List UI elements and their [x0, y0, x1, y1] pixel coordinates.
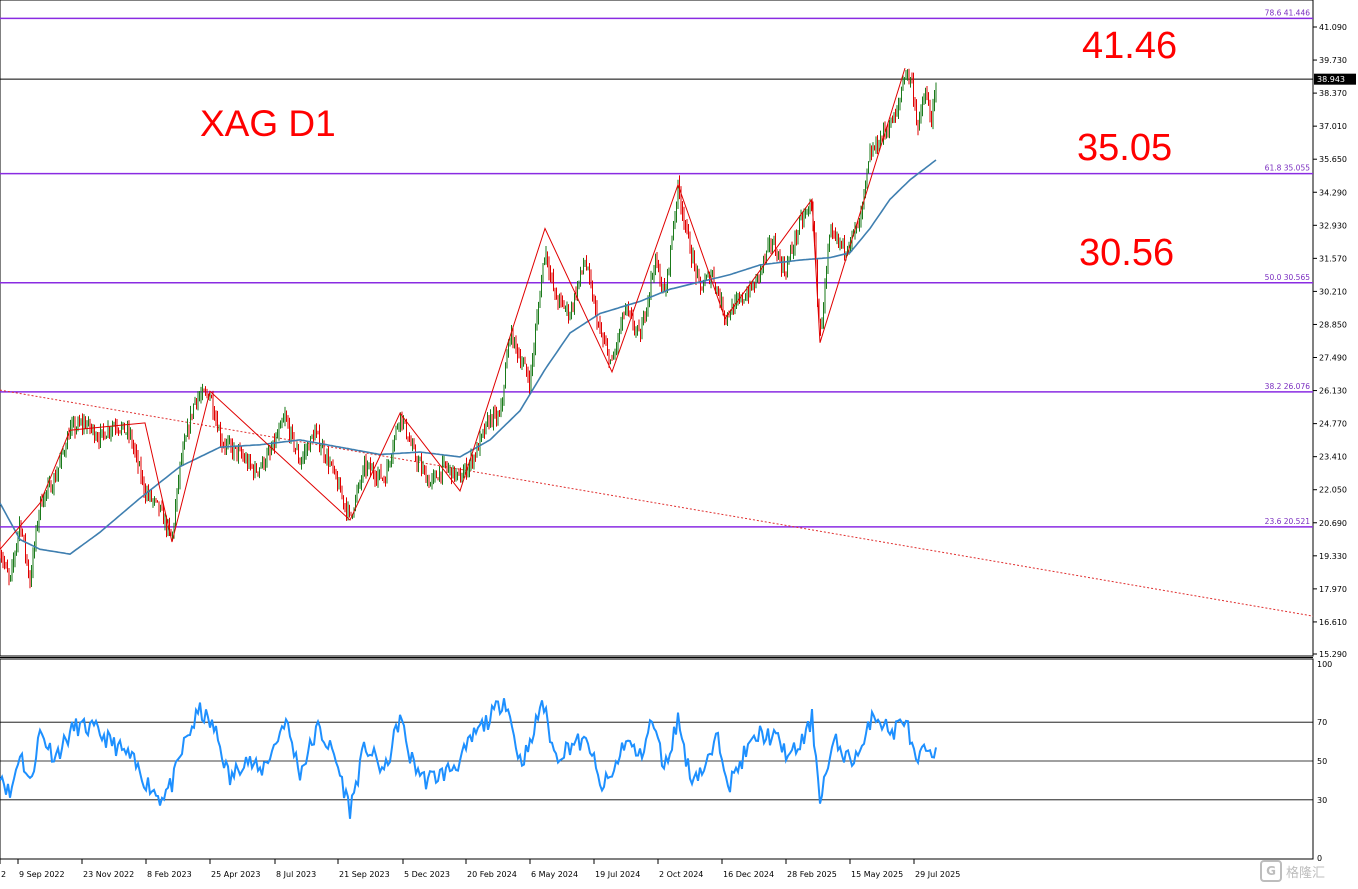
- main-plot-frame: [0, 0, 1314, 657]
- watermark-text: 格隆汇: [1286, 865, 1326, 881]
- y-tick-label: 39.730: [1319, 56, 1347, 65]
- y-tick-label: 41.090: [1319, 23, 1347, 32]
- annotation-35-05: 35.05: [1077, 127, 1172, 169]
- price-axis: 41.090 39.730 38.370 37.010 35.650 34.290 32.9…: [1313, 23, 1347, 659]
- x-tick-label: 25 Apr 2023: [211, 870, 260, 879]
- y-tick-label: 34.290: [1319, 188, 1347, 197]
- y-tick-label: 37.010: [1319, 122, 1347, 131]
- y-tick-label: 15.290: [1319, 650, 1347, 659]
- x-tick-label: 20 Feb 2024: [467, 870, 517, 879]
- rsi-plot-frame: [0, 658, 1314, 860]
- x-tick-label: 9 Sep 2022: [19, 870, 65, 879]
- x-tick-label: 21 Sep 2023: [339, 870, 390, 879]
- y-tick-label: 26.130: [1319, 387, 1347, 396]
- y-tick-label: 22.050: [1319, 486, 1347, 495]
- current-price-tag: 38.943: [1314, 73, 1356, 85]
- svg-text:38.943: 38.943: [1317, 75, 1345, 84]
- x-tick-label: 2: [1, 870, 6, 879]
- x-tick-label: 29 Jul 2025: [915, 870, 960, 879]
- annotation-41-46: 41.46: [1082, 25, 1177, 67]
- y-tick-label: 23.410: [1319, 453, 1347, 462]
- symbol-label: XAG D1: [200, 103, 336, 144]
- x-tick-label: 5 Dec 2023: [404, 870, 450, 879]
- watermark-logo-icon: G: [1260, 860, 1282, 882]
- watermark: G 格隆汇: [1260, 859, 1350, 883]
- y-tick-label: 27.490: [1319, 354, 1347, 363]
- rsi-tick-label: 100: [1317, 660, 1332, 669]
- x-tick-label: 28 Feb 2025: [787, 870, 837, 879]
- x-tick-label: 23 Nov 2022: [83, 870, 134, 879]
- time-axis: 2 9 Sep 2022 23 Nov 2022 8 Feb 2023 25 Apr 2…: [0, 859, 960, 879]
- fib-label: 23.6 20.521: [1265, 517, 1311, 526]
- x-tick-label: 8 Jul 2023: [276, 870, 316, 879]
- rsi-level-label: 70: [1317, 718, 1327, 727]
- rsi-level-label: 50: [1317, 757, 1327, 766]
- fib-label: 61.8 35.055: [1265, 164, 1311, 173]
- y-tick-label: 28.850: [1319, 320, 1347, 329]
- y-tick-label: 30.210: [1319, 287, 1347, 296]
- y-tick-label: 24.770: [1319, 420, 1347, 429]
- x-tick-label: 19 Jul 2024: [595, 870, 640, 879]
- x-tick-label: 6 May 2024: [531, 870, 578, 879]
- x-tick-label: 16 Dec 2024: [723, 870, 774, 879]
- y-tick-label: 19.330: [1319, 552, 1347, 561]
- annotation-30-56: 30.56: [1079, 232, 1174, 274]
- fib-label: 38.2 26.076: [1265, 382, 1311, 391]
- fib-label: 50.0 30.565: [1265, 273, 1311, 282]
- chart-root: 78.6 41.446 61.8 35.055 50.0 30.565 38.2 26…: [0, 0, 1356, 879]
- y-tick-label: 31.570: [1319, 254, 1347, 263]
- rsi-axis: 7050301000: [1317, 660, 1332, 863]
- fib-label: 78.6 41.446: [1265, 8, 1311, 17]
- x-tick-label: 8 Feb 2023: [147, 870, 192, 879]
- y-tick-label: 35.650: [1319, 155, 1347, 164]
- x-tick-label: 2 Oct 2024: [659, 870, 703, 879]
- y-tick-label: 20.690: [1319, 519, 1347, 528]
- y-tick-label: 17.970: [1319, 585, 1347, 594]
- y-tick-label: 32.930: [1319, 221, 1347, 230]
- rsi-level-label: 30: [1317, 796, 1327, 805]
- y-tick-label: 16.610: [1319, 618, 1347, 627]
- y-tick-label: 38.370: [1319, 89, 1347, 98]
- x-tick-label: 15 May 2025: [851, 870, 903, 879]
